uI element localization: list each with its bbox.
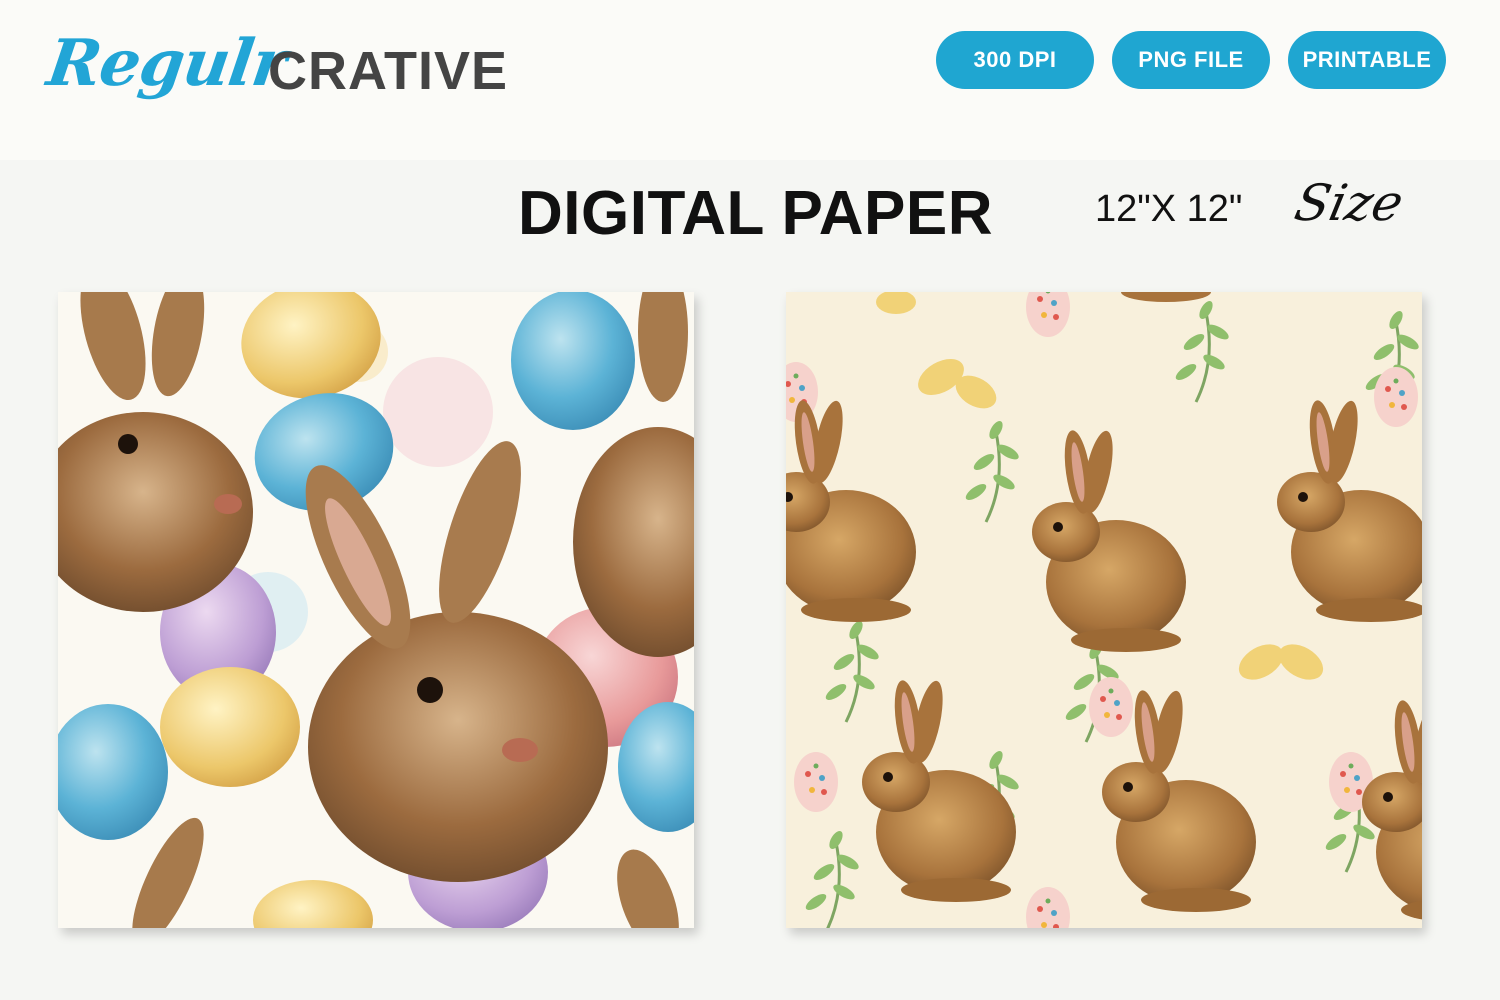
logo-script-text: Regulr — [42, 26, 291, 101]
botanical-bunny-pattern-image — [786, 292, 1422, 928]
digital-paper-preview-botanical — [786, 292, 1422, 928]
size-label: Size — [1289, 174, 1409, 232]
badge-dpi: 300 DPI — [936, 31, 1094, 89]
badge-group: 300 DPI PNG FILE PRINTABLE — [936, 31, 1446, 89]
page-title: DIGITAL PAPER — [518, 179, 993, 248]
watercolor-bunny-pattern-image — [58, 292, 694, 928]
header-bar: Regulr CRATIVE 300 DPI PNG FILE PRINTABL… — [0, 0, 1500, 160]
logo-block-text: CRATIVE — [268, 41, 509, 101]
size-dimensions: 12"X 12" — [1095, 188, 1243, 230]
badge-file-type: PNG FILE — [1112, 31, 1270, 89]
digital-paper-preview-watercolor — [58, 292, 694, 928]
badge-printable: PRINTABLE — [1288, 31, 1446, 89]
